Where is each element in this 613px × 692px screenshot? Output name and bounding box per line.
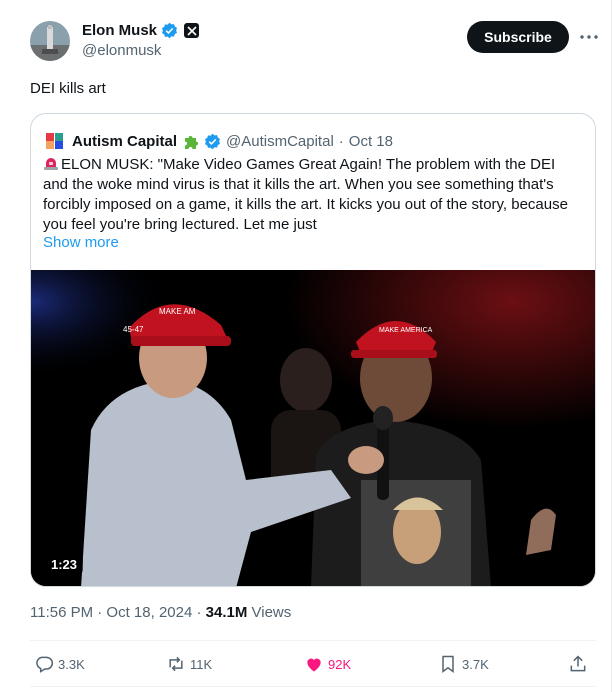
- views-label: Views: [247, 604, 292, 621]
- quoted-post-text-block: ELON MUSK: "Make Video Games Great Again…: [43, 155, 583, 235]
- reply-icon: [36, 656, 54, 673]
- video-player[interactable]: MAKE AMERICA MAKE AM 45-47 1:23: [31, 270, 595, 586]
- repost-icon: [169, 656, 183, 672]
- quoted-author-handle[interactable]: @AutismCapital: [226, 133, 334, 150]
- reply-button[interactable]: 3.3K: [34, 651, 85, 677]
- quoted-post-header: Autism Capital @AutismCapital · Oct 18: [43, 129, 393, 153]
- autism-capital-avatar[interactable]: [43, 129, 67, 153]
- author-name[interactable]: Elon Musk: [82, 22, 157, 39]
- verified-badge-icon: [162, 22, 178, 39]
- video-duration: 1:23: [45, 555, 84, 574]
- more-options-icon[interactable]: [578, 26, 600, 48]
- repost-count: 11K: [190, 656, 213, 672]
- x-affiliate-badge-icon: [184, 23, 200, 38]
- author-avatar[interactable]: [30, 21, 70, 61]
- share-icon: [570, 655, 586, 672]
- divider: [30, 640, 596, 641]
- verified-badge-icon: [205, 133, 221, 149]
- siren-emoji-icon: [44, 158, 58, 170]
- repost-button[interactable]: 11K: [166, 651, 212, 677]
- post-container: Elon Musk @elonmusk Subscribe DEI kills …: [0, 0, 612, 692]
- video-thumbnail: MAKE AMERICA MAKE AM 45-47: [31, 270, 595, 586]
- bookmark-button[interactable]: 3.7K: [438, 651, 489, 677]
- share-button[interactable]: [568, 651, 588, 677]
- svg-text:MAKE AM: MAKE AM: [159, 307, 196, 316]
- quoted-author-name[interactable]: Autism Capital: [72, 133, 177, 150]
- post-text: DEI kills art: [30, 80, 106, 97]
- action-bar: 3.3K 11K 92K 3.7K: [30, 651, 596, 677]
- author-name-row: Elon Musk: [82, 22, 200, 39]
- author-handle[interactable]: @elonmusk: [82, 42, 161, 59]
- puzzle-piece-icon: [185, 135, 199, 149]
- post-metadata: 11:56 PM · Oct 18, 2024 · 34.1M Views: [30, 604, 291, 621]
- bookmark-icon: [442, 655, 454, 673]
- svg-text:MAKE AMERICA: MAKE AMERICA: [379, 327, 433, 334]
- bookmark-count: 3.7K: [462, 656, 489, 672]
- post-timestamp[interactable]: 11:56 PM · Oct 18, 2024 ·: [30, 604, 206, 621]
- quoted-post-date[interactable]: Oct 18: [349, 133, 393, 150]
- separator-dot: ·: [338, 132, 344, 150]
- subscribe-button[interactable]: Subscribe: [467, 21, 569, 53]
- quoted-post-card[interactable]: Autism Capital @AutismCapital · Oct 18 E…: [30, 113, 596, 587]
- quoted-post-text: ELON MUSK: "Make Video Games Great Again…: [43, 156, 568, 233]
- show-more-link[interactable]: Show more: [43, 234, 119, 251]
- svg-text:45-47: 45-47: [123, 325, 144, 334]
- like-button[interactable]: 92K: [304, 651, 351, 677]
- like-count: 92K: [328, 656, 352, 672]
- reply-count: 3.3K: [58, 656, 85, 672]
- heart-filled-icon: [307, 658, 321, 672]
- views-count: 34.1M: [205, 604, 248, 621]
- divider: [30, 686, 596, 687]
